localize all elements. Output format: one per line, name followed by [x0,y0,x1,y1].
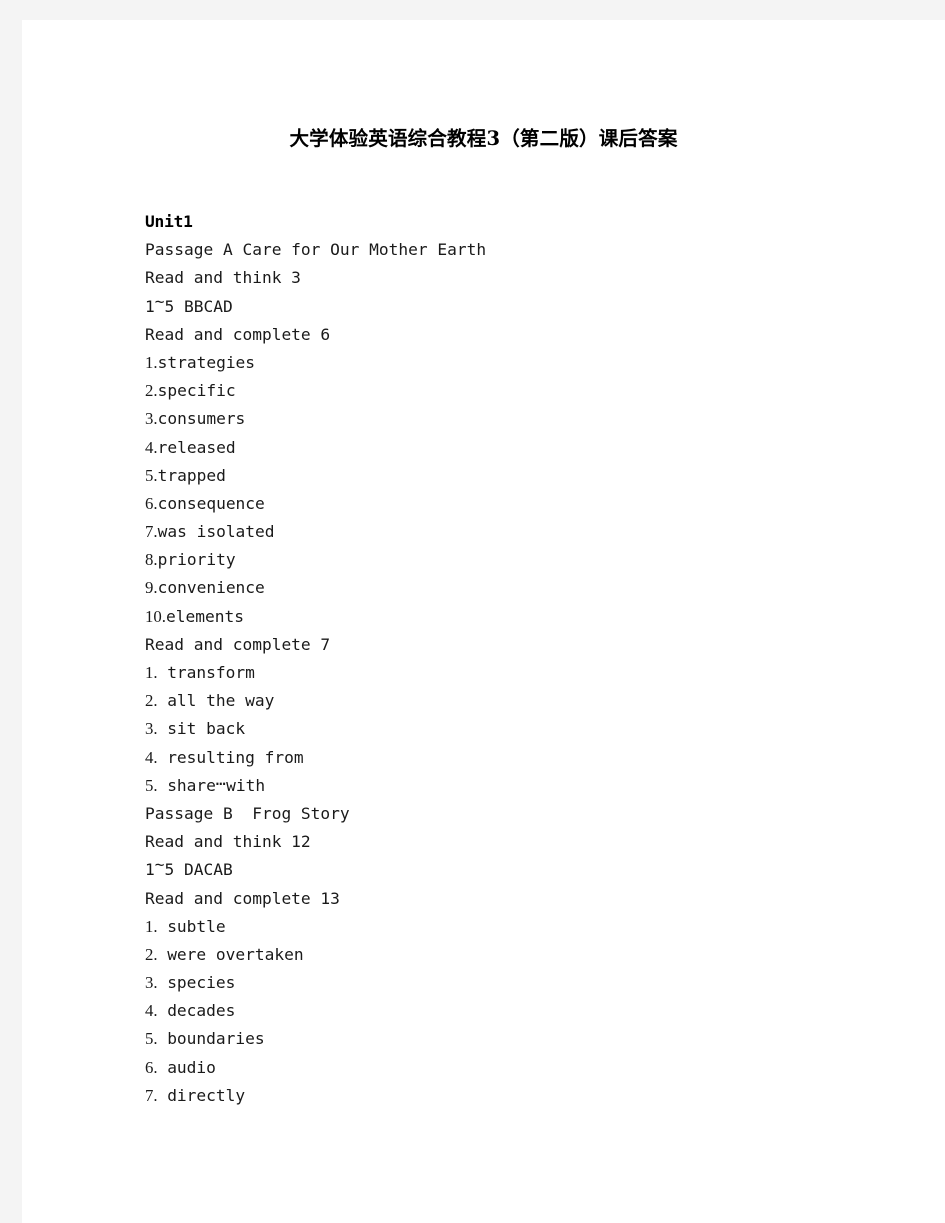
answer-item-marker: 2. [145,381,158,401]
answer-item-marker: 10. [145,606,166,626]
answer-item-marker: 1. [145,916,158,936]
answer-item: 3. sit back [145,715,905,743]
answer-item-marker: 8. [145,550,158,570]
answer-item: 9.convenience [145,574,905,602]
answer-item: 5.trapped [145,462,905,490]
answer-item: 3. species [145,969,905,997]
answer-item-marker: 1. [145,352,158,372]
answer-range-suffix: 5 DACAB [164,860,233,880]
answer-item-text: decades [167,1001,236,1021]
answer-item-marker: 6. [145,493,158,513]
answer-list-exercise-13: 1. subtle 2. were overtaken 3. species 4. decad… [145,913,905,1110]
answer-list-exercise-7: 1. transform 2. all the way 3. sit back 4. resu… [145,659,905,800]
passage-b-heading: Passage B Frog Story [145,803,350,823]
answer-item-marker: 5. [145,775,158,795]
answer-range-suffix: 5 BBCAD [164,296,233,316]
answer-item-marker: 3. [145,409,158,429]
answer-item-marker: 4. [145,437,158,457]
answer-item-text: resulting from [167,747,304,767]
answer-item-text: species [167,973,236,993]
read-and-complete-13-heading: Read and complete 13 [145,888,340,908]
answer-item-text: transform [167,663,255,682]
answer-item-text: subtle [167,916,226,936]
answer-item: 4. decades [145,997,905,1025]
answer-item: 5. share⋯with [145,772,905,800]
answer-item-marker: 5. [145,465,158,485]
answer-item-marker: 2. [145,944,158,964]
answer-item-marker: 7. [145,1085,158,1105]
answer-item: 2. all the way [145,687,905,715]
answer-item-text: all the way [167,691,275,711]
answer-item-text: strategies [157,352,256,372]
answer-range-prefix: 1 [145,296,155,316]
answer-item: 2.specific [145,377,905,405]
answer-item: 4.released [145,434,905,462]
answer-item-marker: 4. [145,747,158,767]
document-page: 大学体验英语综合教程3（第二版）课后答案 Unit1 Passage A Car… [22,20,945,1223]
answer-list-exercise-6: 1.strategies 2.specific 3.consumers 4.relea… [145,349,905,631]
answer-item-text: consumers [157,409,246,429]
answer-item: 10.elements [145,603,905,631]
answer-item: 6. audio [145,1054,905,1082]
answer-item-marker: 5. [145,1029,158,1049]
answers-1-5-passage-a: 1~5 BBCAD [145,292,905,321]
passage-a-heading: Passage A Care for Our Mother Earth [145,240,487,260]
answer-item: 1. subtle [145,913,905,941]
answer-item-text: was isolated [157,522,275,542]
answer-key-body: Unit1 Passage A Care for Our Mother Eart… [145,208,905,1110]
answer-item-text: elements [165,606,244,626]
answer-item-marker: 1. [145,663,158,682]
answer-item: 6.consequence [145,490,905,518]
answer-item-text: were overtaken [167,944,304,964]
answer-item-text-after: with [226,775,266,795]
answer-item-text: directly [167,1085,246,1105]
answer-item-marker: 2. [145,691,158,711]
read-and-complete-6-heading: Read and complete 6 [145,324,331,344]
tilde-glyph: ~ [154,291,165,311]
answer-item-marker: 3. [145,973,158,993]
answer-item-text: trapped [157,465,226,485]
ellipsis-glyph: ⋯ [215,773,227,793]
answer-item: 5. boundaries [145,1025,905,1053]
answer-range-prefix: 1 [145,860,155,880]
answer-item: 1. transform [145,659,905,687]
unit-heading: Unit1 [145,212,193,231]
answer-item: 2. were overtaken [145,941,905,969]
answer-item-marker: 9. [145,578,158,598]
answer-item: 7.was isolated [145,518,905,546]
answer-item: 8.priority [145,546,905,574]
answer-item-marker: 4. [145,1001,158,1021]
answer-item-text: audio [167,1057,216,1077]
answer-item: 4. resulting from [145,744,905,772]
answer-item: 3.consumers [145,405,905,433]
answer-item: 7. directly [145,1082,905,1110]
answer-item-marker: 6. [145,1057,158,1077]
answer-item-text: consequence [157,493,265,513]
read-and-think-12-heading: Read and think 12 [145,832,311,852]
answer-item-marker: 3. [145,719,158,739]
answer-item-text: released [157,437,236,457]
answer-item-text: priority [157,550,236,570]
answer-item-text: share [167,775,216,795]
read-and-think-3-heading: Read and think 3 [145,268,301,288]
answer-item-text: convenience [157,578,265,598]
answers-1-5-passage-b: 1~5 DACAB [145,855,905,884]
tilde-glyph: ~ [154,855,165,875]
answer-item-text: sit back [167,719,246,739]
page-title: 大学体验英语综合教程3（第二版）课后答案 [289,127,678,150]
answer-item: 1.strategies [145,349,905,377]
answer-item-text: specific [157,381,236,401]
answer-item-marker: 7. [145,522,158,542]
answer-item-text: boundaries [167,1029,265,1049]
read-and-complete-7-heading: Read and complete 7 [145,634,331,654]
